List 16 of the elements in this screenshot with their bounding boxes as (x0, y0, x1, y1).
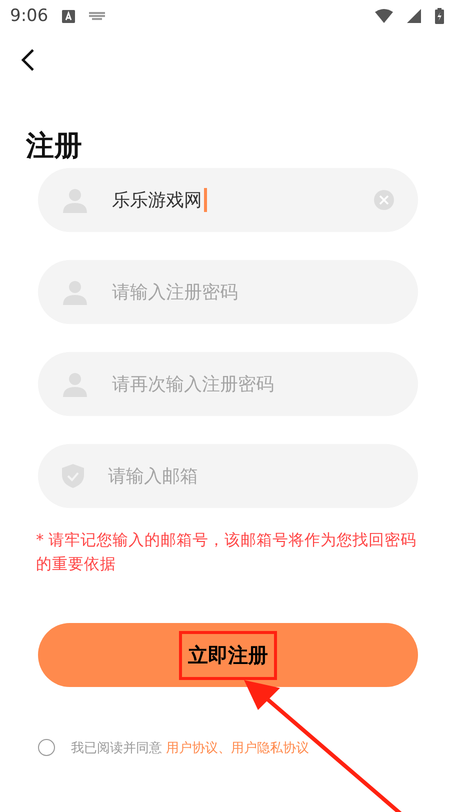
keyboard-icon (89, 12, 106, 20)
email-warning: * 请牢记您输入的邮箱号，该邮箱号将作为您找回密码的重要依据 (36, 530, 418, 575)
signal-icon (407, 9, 421, 23)
battery-icon (435, 8, 444, 24)
input-field[interactable]: 乐乐游戏网 (112, 190, 204, 210)
status-time: 9:06 (10, 6, 48, 26)
wifi-icon (375, 9, 393, 23)
highlight-frame: 立即注册 (179, 630, 277, 680)
agree-radio[interactable] (38, 738, 55, 756)
input-field[interactable]: 请再次输入注册密码 (112, 374, 394, 394)
input-field[interactable]: 请输入注册密码 (112, 282, 394, 302)
page-title: 注册 (26, 128, 83, 164)
register-button[interactable]: 立即注册 (38, 623, 418, 687)
input-method-icon (62, 10, 76, 22)
agreement-text: 我已阅读并同意 (71, 741, 162, 756)
input-field[interactable]: 请输入邮箱 (108, 466, 394, 486)
